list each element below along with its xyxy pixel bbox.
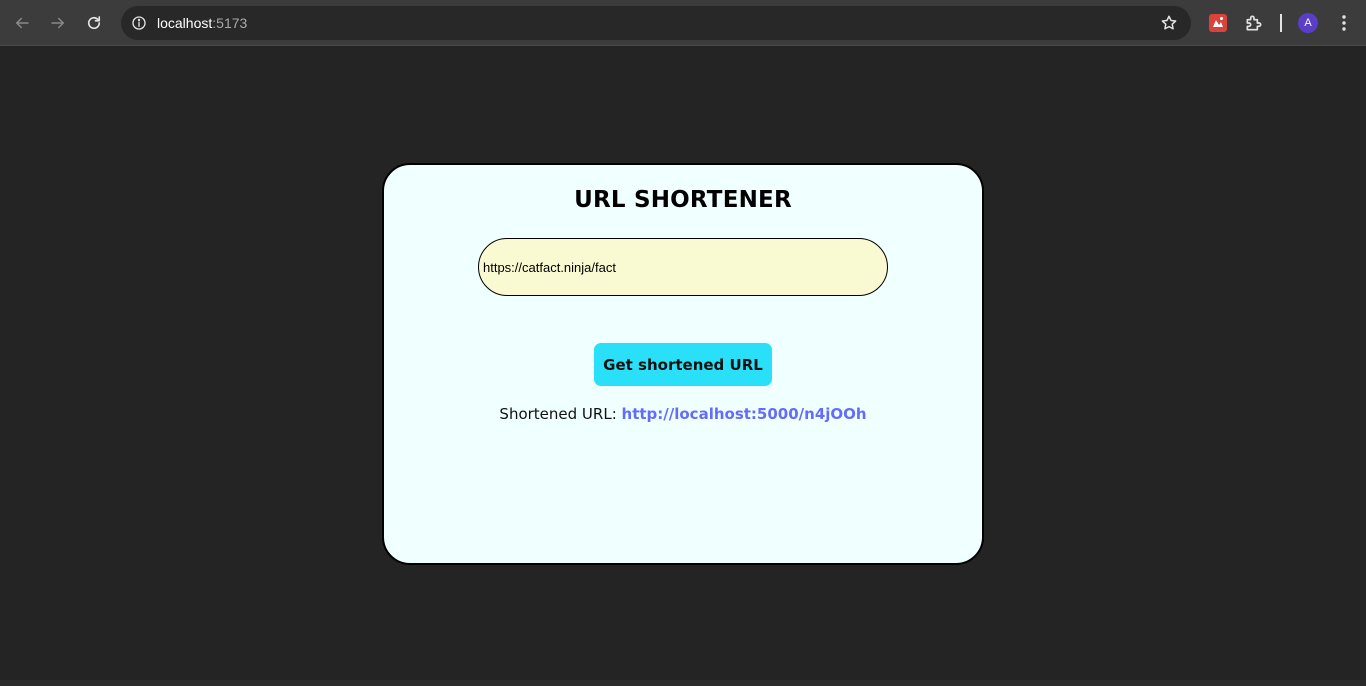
extension-app-icon [1209, 14, 1227, 32]
url-port: :5173 [212, 15, 248, 31]
extension-app-button[interactable] [1207, 12, 1229, 34]
bottom-strip [0, 680, 1366, 686]
shortened-url-link[interactable]: http://localhost:5000/n4jOOh [622, 405, 867, 423]
browser-menu-button[interactable] [1334, 12, 1354, 34]
shortener-card: URL SHORTENER Get shortened URL Shortene… [382, 163, 984, 565]
result-label: Shortened URL: [499, 405, 622, 423]
result-line: Shortened URL: http://localhost:5000/n4j… [384, 405, 982, 423]
reload-button[interactable] [82, 11, 106, 35]
star-icon [1161, 15, 1177, 30]
extensions-button[interactable] [1243, 12, 1265, 34]
info-icon [132, 16, 146, 30]
forward-button[interactable] [46, 11, 70, 35]
browser-toolbar: localhost:5173 A [0, 0, 1366, 46]
arrow-right-icon [51, 17, 64, 29]
url-host: localhost [157, 15, 213, 31]
url-input[interactable] [478, 238, 888, 296]
profile-avatar[interactable]: A [1298, 13, 1318, 33]
toolbar-divider [1280, 14, 1282, 32]
address-text[interactable]: localhost:5173 [157, 6, 247, 40]
back-button[interactable] [10, 11, 34, 35]
three-dots-icon [1342, 15, 1346, 31]
bookmark-button[interactable] [1159, 13, 1179, 33]
address-bar[interactable]: localhost:5173 [121, 6, 1191, 40]
site-info-button[interactable] [127, 11, 151, 35]
arrow-left-icon [16, 17, 29, 29]
puzzle-icon [1246, 15, 1262, 31]
reload-icon [87, 16, 101, 30]
page-title: URL SHORTENER [574, 187, 792, 213]
get-shortened-url-button[interactable]: Get shortened URL [594, 343, 772, 386]
